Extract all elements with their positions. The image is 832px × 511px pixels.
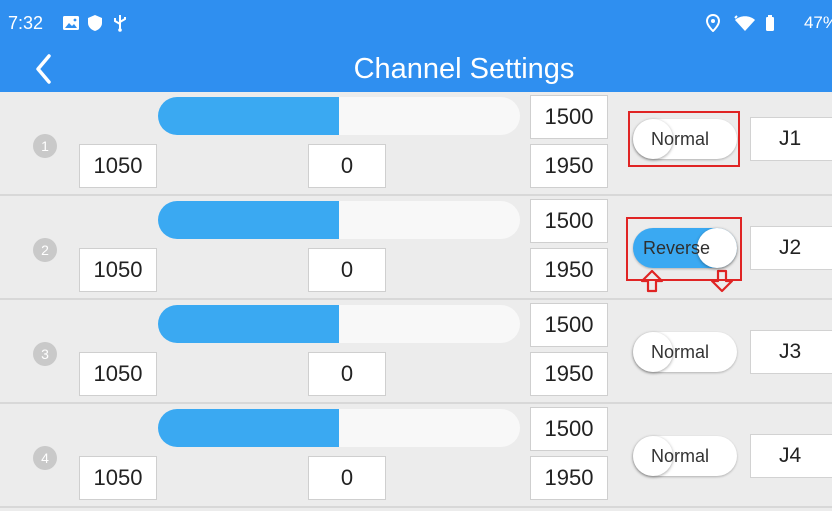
toggle-label: Normal (651, 342, 710, 362)
center-value-field[interactable]: 0 (308, 248, 386, 292)
channel-slider[interactable] (158, 409, 520, 447)
mid-value-field[interactable]: 1500 (530, 303, 608, 347)
status-bar: 7:32 47% (0, 0, 832, 46)
location-icon (705, 14, 721, 32)
arrow-up-icon (640, 269, 664, 293)
min-value-field[interactable]: 1050 (79, 456, 157, 500)
channel-slider[interactable] (158, 201, 520, 239)
min-value-field[interactable]: 1050 (79, 248, 157, 292)
max-value-field[interactable]: 1950 (530, 456, 608, 500)
center-value-field[interactable]: 0 (308, 144, 386, 188)
arrow-down-icon (710, 269, 734, 293)
mid-value-field[interactable]: 1500 (530, 199, 608, 243)
channel-index: 1 (33, 134, 57, 158)
toggle-label: Normal (651, 129, 710, 149)
channel-slider[interactable] (158, 305, 520, 343)
direction-toggle[interactable]: Reverse (633, 228, 737, 268)
slider-fill (158, 201, 339, 239)
slider-fill (158, 409, 339, 447)
slider-fill (158, 305, 339, 343)
channel-mapping-button[interactable]: J1 (750, 117, 832, 161)
battery-icon (766, 15, 774, 31)
slider-fill (158, 97, 339, 135)
center-value-field[interactable]: 0 (308, 456, 386, 500)
channel-index: 4 (33, 446, 57, 470)
channel-slider[interactable] (158, 97, 520, 135)
channel-mapping-button[interactable]: J4 (750, 434, 832, 478)
app-bar: Channel Settings (0, 46, 832, 92)
direction-toggle[interactable]: Normal (633, 119, 737, 159)
toggle-label: Reverse (643, 238, 711, 258)
channel-row: 3 1050 0 1500 1950 Normal J3 (0, 300, 832, 404)
gallery-icon (63, 16, 79, 30)
channel-index: 3 (33, 342, 57, 366)
wifi-icon (734, 15, 755, 31)
max-value-field[interactable]: 1950 (530, 248, 608, 292)
battery-percentage: 47% (803, 13, 832, 32)
shield-icon (88, 15, 102, 31)
mid-value-field[interactable]: 1500 (530, 407, 608, 451)
direction-toggle[interactable]: Normal (633, 436, 737, 476)
page-title: Channel Settings (353, 53, 575, 85)
channel-mapping-button[interactable]: J2 (750, 226, 832, 270)
channel-list: 1 1050 0 1500 1950 Normal J1 2 1050 0 15… (0, 92, 832, 511)
channel-row: 4 1050 0 1500 1950 Normal J4 (0, 404, 832, 508)
channel-mapping-button[interactable]: J3 (750, 330, 832, 374)
direction-toggle[interactable]: Normal (633, 332, 737, 372)
min-value-field[interactable]: 1050 (79, 352, 157, 396)
min-value-field[interactable]: 1050 (79, 144, 157, 188)
center-value-field[interactable]: 0 (308, 352, 386, 396)
status-time: 7:32 (8, 13, 44, 33)
mid-value-field[interactable]: 1500 (530, 95, 608, 139)
max-value-field[interactable]: 1950 (530, 144, 608, 188)
toggle-label: Normal (651, 446, 710, 466)
usb-icon (114, 15, 126, 32)
channel-row: 1 1050 0 1500 1950 Normal J1 (0, 92, 832, 196)
channel-index: 2 (33, 238, 57, 262)
max-value-field[interactable]: 1950 (530, 352, 608, 396)
